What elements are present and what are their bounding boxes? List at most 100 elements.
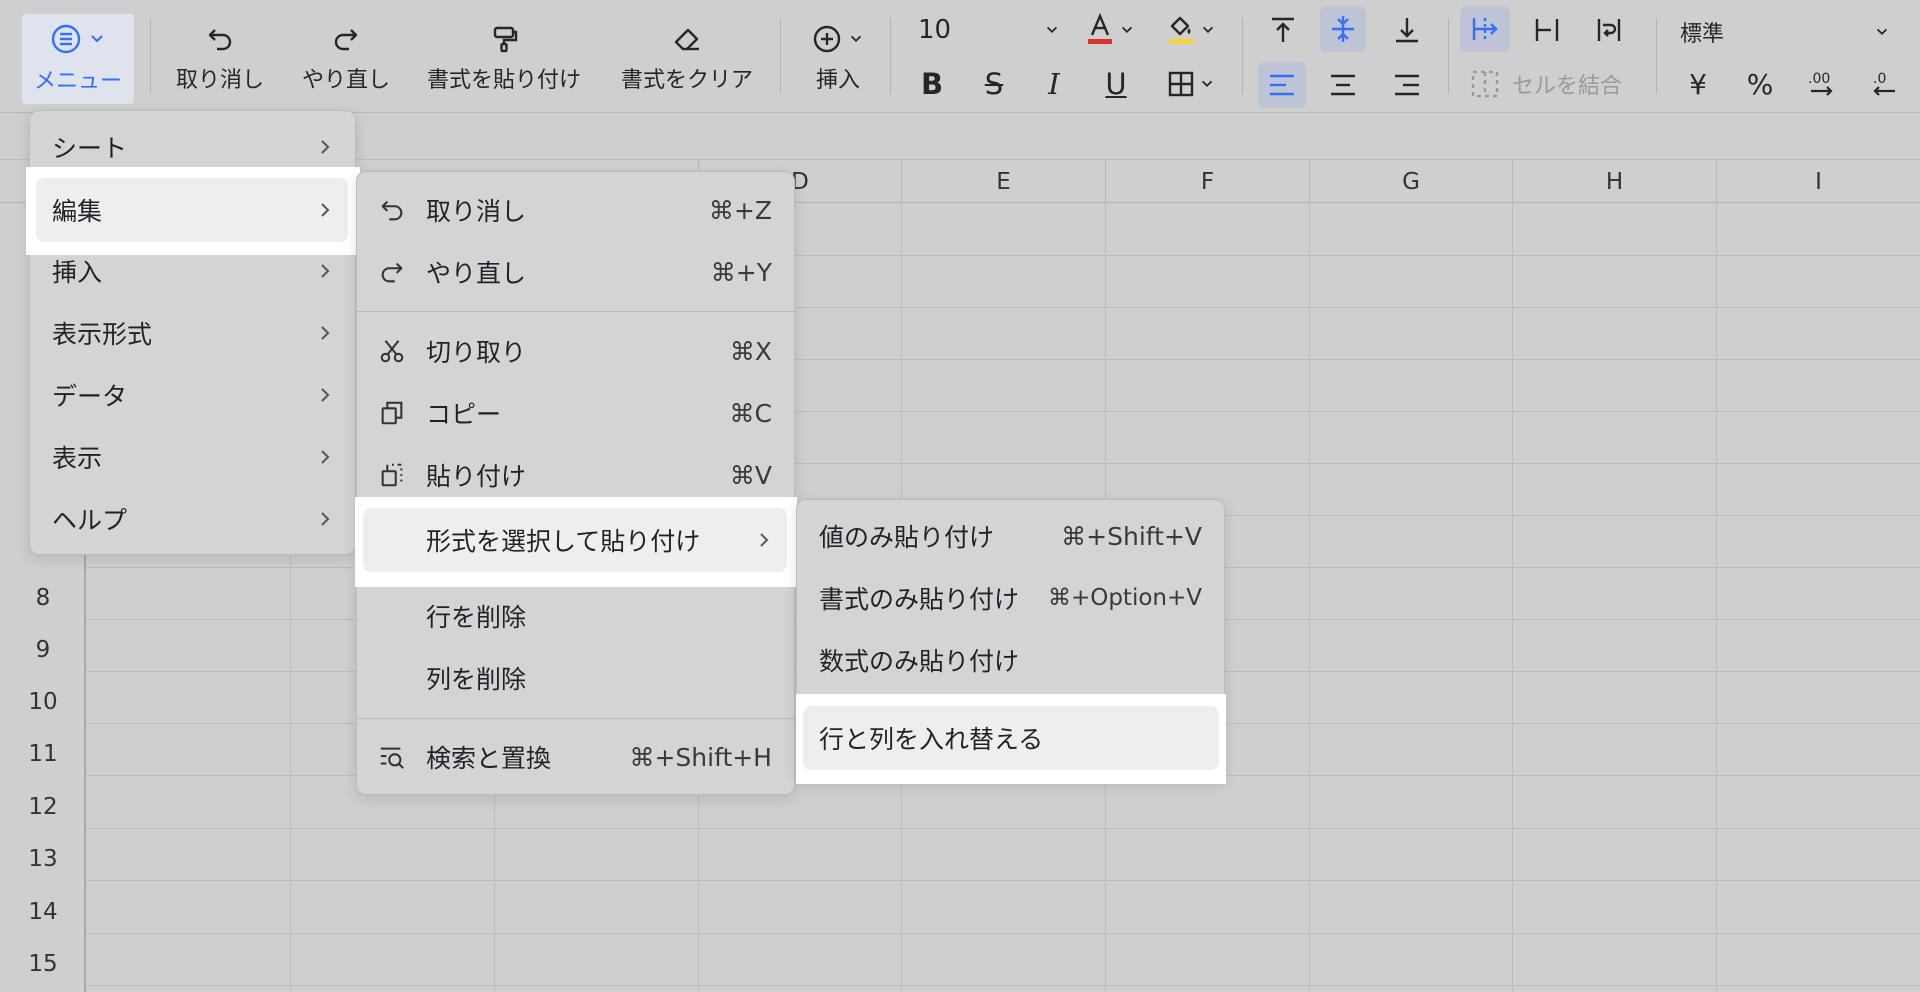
row-header-11[interactable]: 11 [0, 732, 86, 775]
chevron-right-icon [321, 450, 330, 464]
fill-color-button[interactable] [1160, 10, 1222, 50]
chevron-right-icon [321, 203, 330, 217]
main-menu-item-data[interactable]: データ [30, 367, 355, 423]
edit-menu-cut[interactable]: 切り取り ⌘X [357, 323, 794, 379]
menu-divider [357, 311, 794, 312]
eraser-icon [674, 28, 699, 51]
row-header-10[interactable]: 10 [0, 680, 86, 723]
svg-text:.00: .00 [1808, 71, 1830, 87]
main-menu-item-view[interactable]: 表示 [30, 429, 355, 485]
increase-decimal-icon: .00 [1808, 71, 1833, 96]
paint-bucket-icon [1169, 16, 1193, 44]
scissors-icon [377, 336, 407, 366]
italic-icon: I [1048, 67, 1060, 101]
underline-button[interactable]: U [1096, 64, 1136, 104]
edit-menu-delete-row[interactable]: 行を削除 [357, 588, 794, 644]
chevron-right-icon [321, 140, 330, 154]
text-wrap-icon [1597, 19, 1621, 41]
chevron-down-icon [1202, 26, 1214, 34]
paste-formula-only[interactable]: 数式のみ貼り付け [797, 632, 1224, 688]
clip-button[interactable] [1524, 8, 1570, 52]
text-clip-icon [1535, 19, 1559, 41]
merge-cells-button[interactable]: セルを結合 [1470, 64, 1640, 104]
column-header-i[interactable]: I [1716, 160, 1920, 203]
edit-menu-cut-shortcut: ⌘X [729, 336, 772, 366]
border-button[interactable] [1158, 64, 1224, 104]
row-header-14[interactable]: 14 [0, 890, 86, 933]
format-painter-icon [493, 26, 518, 53]
paste-values-only-label: 値のみ貼り付け [819, 523, 995, 552]
overflow-button[interactable] [1460, 6, 1510, 52]
svg-text:.0: .0 [1873, 71, 1886, 87]
redo-label: やり直し [301, 68, 390, 93]
align-right-button[interactable] [1384, 62, 1430, 108]
column-header-h[interactable]: H [1512, 160, 1716, 203]
menu-button[interactable]: メニュー [22, 14, 134, 104]
strikethrough-icon: S [984, 67, 1004, 101]
align-middle-button[interactable] [1320, 6, 1366, 52]
chevron-down-icon [1201, 80, 1213, 88]
column-header-g[interactable]: G [1309, 160, 1512, 203]
row-header-13[interactable]: 13 [0, 837, 86, 880]
main-menu-item-edit[interactable]: 編集 [30, 182, 355, 238]
redo-icon [377, 257, 407, 287]
main-menu-item-format[interactable]: 表示形式 [30, 305, 355, 361]
align-bottom-icon [1396, 18, 1418, 43]
main-menu-item-help[interactable]: ヘルプ [30, 491, 355, 547]
font-size-select[interactable]: 10 [918, 10, 1060, 50]
row-header-9[interactable]: 9 [0, 628, 86, 671]
edit-menu-delete-row-label: 行を削除 [426, 603, 527, 632]
edit-menu-find-replace[interactable]: 検索と置換 ⌘+Shift+H [357, 729, 794, 785]
undo-button[interactable]: 取り消し [168, 16, 272, 102]
row-header-8[interactable]: 8 [0, 576, 86, 619]
chevron-right-icon [321, 512, 330, 526]
main-menu-item-insert[interactable]: 挿入 [30, 243, 355, 299]
increase-decimal-button[interactable]: .00 [1800, 64, 1844, 104]
find-replace-icon [377, 742, 407, 772]
edit-menu-paste-label: 貼り付け [426, 462, 527, 491]
main-menu-item-label: 編集 [52, 197, 103, 226]
chevron-down-icon [1046, 26, 1058, 34]
chevron-down-icon [1121, 26, 1133, 34]
wrap-button[interactable] [1586, 8, 1632, 52]
edit-menu-undo-shortcut: ⌘+Z [708, 195, 772, 225]
edit-submenu: 取り消し ⌘+Z やり直し ⌘+Y 切り取り ⌘X コピー ⌘C 貼り付け ⌘V… [355, 171, 797, 795]
main-menu: シート 編集 挿入 表示形式 データ 表示 ヘルプ [26, 110, 360, 555]
decrease-decimal-button[interactable]: .0 [1862, 64, 1906, 104]
paste-special-submenu: 値のみ貼り付け ⌘+Shift+V 書式のみ貼り付け ⌘+Option+V 数式… [796, 499, 1226, 784]
bold-button[interactable]: B [912, 64, 952, 104]
insert-button[interactable]: 挿入 [796, 16, 880, 102]
merge-cells-label: セルを結合 [1512, 74, 1623, 99]
align-top-button[interactable] [1260, 8, 1306, 52]
column-header-e[interactable]: E [901, 160, 1105, 203]
currency-button[interactable]: ¥ [1676, 64, 1720, 104]
edit-menu-redo[interactable]: やり直し ⌘+Y [357, 244, 794, 300]
align-bottom-button[interactable] [1384, 8, 1430, 52]
paste-values-only[interactable]: 値のみ貼り付け ⌘+Shift+V [797, 508, 1224, 564]
percent-button[interactable]: % [1738, 64, 1782, 104]
edit-menu-delete-column-label: 列を削除 [426, 665, 527, 694]
paste-transpose[interactable]: 行と列を入れ替える [797, 710, 1224, 766]
edit-menu-paste[interactable]: 貼り付け ⌘V [357, 447, 794, 503]
paste-format-only[interactable]: 書式のみ貼り付け ⌘+Option+V [797, 570, 1224, 626]
paste-format-button[interactable]: 書式を貼り付け [420, 16, 588, 102]
font-color-button[interactable] [1080, 10, 1140, 50]
main-menu-item-label: 表示 [52, 444, 103, 473]
edit-menu-paste-special[interactable]: 形式を選択して貼り付け [357, 512, 794, 568]
row-header-15[interactable]: 15 [0, 942, 86, 985]
align-left-button[interactable] [1258, 62, 1306, 108]
toolbar: メニュー 取り消し やり直し 書式を貼り付け 書式をクリア 挿入 10 B S … [0, 0, 1920, 113]
redo-button[interactable]: やり直し [294, 16, 398, 102]
strikethrough-button[interactable]: S [974, 64, 1014, 104]
edit-menu-delete-column[interactable]: 列を削除 [357, 650, 794, 706]
italic-button[interactable]: I [1034, 64, 1074, 104]
number-format-select[interactable]: 標準 [1680, 12, 1890, 52]
clear-format-button[interactable]: 書式をクリア [612, 16, 762, 102]
edit-menu-undo[interactable]: 取り消し ⌘+Z [357, 182, 794, 238]
row-header-12[interactable]: 12 [0, 785, 86, 828]
column-header-f[interactable]: F [1105, 160, 1309, 203]
align-center-button[interactable] [1320, 62, 1366, 108]
font-size-value: 10 [918, 15, 952, 45]
edit-menu-copy[interactable]: コピー ⌘C [357, 385, 794, 441]
undo-icon [377, 195, 407, 225]
